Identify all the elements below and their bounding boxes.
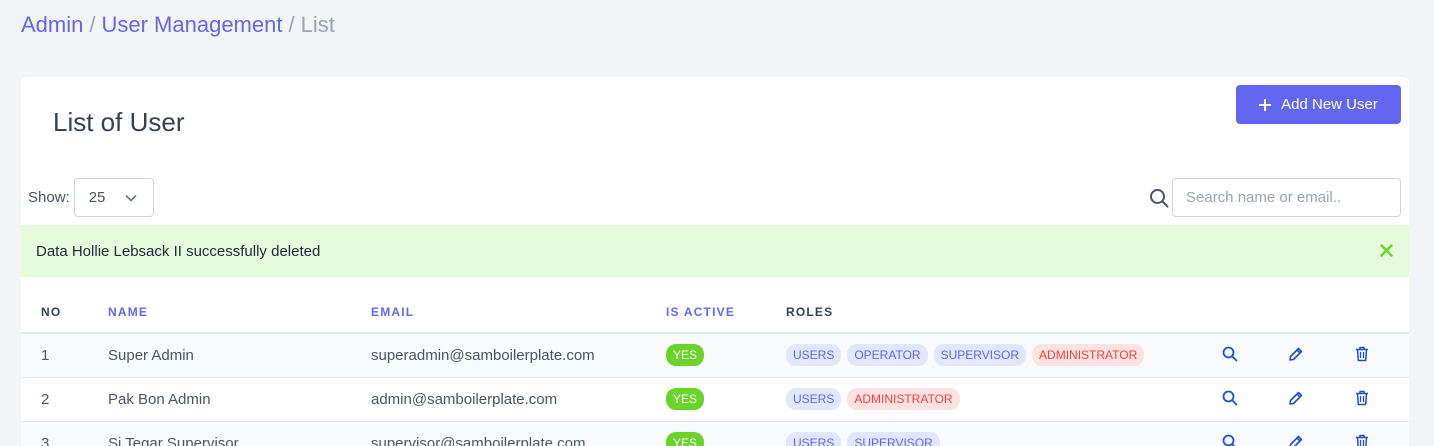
role-badge-administrator: ADMINISTRATOR bbox=[847, 388, 960, 410]
delete-user-button[interactable] bbox=[1353, 389, 1371, 407]
delete-user-button[interactable] bbox=[1353, 345, 1371, 363]
delete-cell bbox=[1353, 421, 1409, 446]
user-name: Super Admin bbox=[108, 333, 371, 378]
page-size-value: 25 bbox=[88, 189, 106, 206]
breadcrumb-current: List bbox=[300, 12, 335, 37]
breadcrumb: Admin / User Management / List bbox=[21, 12, 335, 38]
search-icon bbox=[1222, 434, 1236, 446]
roles-cell: USERS SUPERVISOR bbox=[786, 421, 1221, 446]
close-icon[interactable] bbox=[1377, 239, 1395, 261]
delete-cell bbox=[1353, 377, 1409, 422]
breadcrumb-separator: / bbox=[89, 12, 96, 37]
column-header-is-active[interactable]: IS ACTIVE bbox=[666, 291, 786, 334]
pencil-icon bbox=[1289, 391, 1303, 405]
plus-icon bbox=[1259, 98, 1272, 111]
trash-icon bbox=[1356, 390, 1368, 405]
user-list-card: List of User Add New User Show: 25 Data … bbox=[21, 77, 1409, 446]
edit-user-button[interactable] bbox=[1287, 433, 1305, 446]
user-email: admin@samboilerplate.com bbox=[371, 377, 666, 422]
active-badge: YES bbox=[666, 344, 705, 367]
active-cell: YES bbox=[666, 421, 786, 446]
column-header-delete bbox=[1353, 291, 1409, 334]
edit-cell bbox=[1287, 377, 1353, 422]
row-number: 3 bbox=[21, 421, 108, 446]
role-badge-supervisor: SUPERVISOR bbox=[847, 432, 940, 446]
breadcrumb-user-management[interactable]: User Management bbox=[101, 12, 282, 37]
roles-cell: USERS ADMINISTRATOR bbox=[786, 377, 1221, 422]
column-header-name[interactable]: NAME bbox=[108, 291, 371, 334]
column-header-roles: ROLES bbox=[786, 291, 1221, 334]
row-number: 1 bbox=[21, 333, 108, 378]
view-cell bbox=[1221, 377, 1287, 422]
pencil-icon bbox=[1289, 435, 1303, 446]
search-control bbox=[1149, 178, 1401, 217]
chevron-down-icon bbox=[125, 194, 137, 202]
page-title: List of User bbox=[53, 107, 185, 137]
active-cell: YES bbox=[666, 333, 786, 378]
view-cell bbox=[1221, 421, 1287, 446]
breadcrumb-separator: / bbox=[288, 12, 295, 37]
role-badge-users: USERS bbox=[786, 344, 842, 367]
table-row: 2 Pak Bon Admin admin@samboilerplate.com… bbox=[21, 377, 1409, 422]
delete-cell bbox=[1353, 333, 1409, 378]
user-email: supervisor@samboilerplate.com bbox=[371, 421, 666, 446]
view-user-button[interactable] bbox=[1221, 345, 1239, 363]
trash-icon bbox=[1356, 434, 1368, 446]
page-size-control: Show: 25 bbox=[28, 178, 154, 217]
role-badge-administrator: ADMINISTRATOR bbox=[1032, 344, 1145, 367]
column-header-no: NO bbox=[21, 291, 108, 334]
view-cell bbox=[1221, 333, 1287, 378]
column-header-email[interactable]: EMAIL bbox=[371, 291, 666, 334]
add-new-user-button[interactable]: Add New User bbox=[1236, 85, 1401, 124]
column-header-view bbox=[1221, 291, 1287, 334]
search-icon[interactable] bbox=[1149, 188, 1169, 208]
roles-cell: USERS OPERATOR SUPERVISOR ADMINISTRATOR bbox=[786, 333, 1221, 378]
active-badge: YES bbox=[666, 432, 705, 446]
role-badge-users: USERS bbox=[786, 388, 842, 410]
role-badge-operator: OPERATOR bbox=[847, 344, 928, 367]
delete-user-button[interactable] bbox=[1353, 433, 1371, 446]
row-number: 2 bbox=[21, 377, 108, 422]
search-icon bbox=[1222, 390, 1238, 405]
show-label: Show: bbox=[28, 189, 70, 206]
success-alert: Data Hollie Lebsack II successfully dele… bbox=[21, 225, 1409, 277]
add-new-user-label: Add New User bbox=[1281, 96, 1378, 113]
user-email: superadmin@samboilerplate.com bbox=[371, 333, 666, 378]
edit-user-button[interactable] bbox=[1287, 389, 1305, 407]
active-badge: YES bbox=[666, 388, 705, 410]
edit-cell bbox=[1287, 333, 1353, 378]
edit-user-button[interactable] bbox=[1287, 345, 1305, 363]
role-badge-users: USERS bbox=[786, 432, 842, 446]
table-row: 1 Super Admin superadmin@samboilerplate.… bbox=[21, 333, 1409, 378]
breadcrumb-admin[interactable]: Admin bbox=[21, 12, 83, 37]
view-user-button[interactable] bbox=[1221, 433, 1239, 446]
table-header-row: NO NAME EMAIL IS ACTIVE ROLES bbox=[21, 291, 1409, 334]
trash-icon bbox=[1356, 346, 1368, 361]
user-name: Si Tegar Supervisor bbox=[108, 421, 371, 446]
user-name: Pak Bon Admin bbox=[108, 377, 371, 422]
pencil-icon bbox=[1289, 347, 1303, 361]
column-header-edit bbox=[1287, 291, 1353, 334]
search-icon bbox=[1222, 346, 1238, 362]
search-input[interactable] bbox=[1172, 178, 1401, 217]
table-row: 3 Si Tegar Supervisor supervisor@samboil… bbox=[21, 421, 1409, 446]
view-user-button[interactable] bbox=[1221, 389, 1239, 407]
alert-message: Data Hollie Lebsack II successfully dele… bbox=[36, 242, 321, 260]
role-badge-supervisor: SUPERVISOR bbox=[933, 344, 1027, 367]
page-size-select[interactable]: 25 bbox=[73, 178, 154, 217]
active-cell: YES bbox=[666, 377, 786, 422]
edit-cell bbox=[1287, 421, 1353, 446]
users-table: NO NAME EMAIL IS ACTIVE ROLES 1 Super Ad… bbox=[21, 291, 1409, 446]
